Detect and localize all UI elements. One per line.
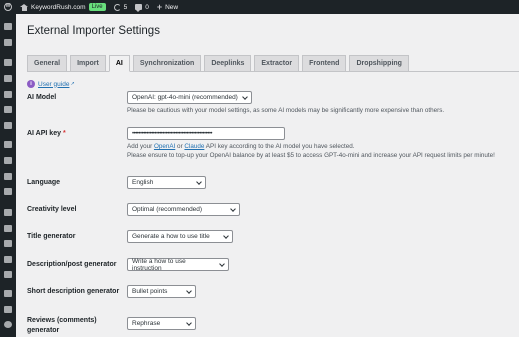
chevron-down-icon (242, 93, 248, 100)
api-key-description: Add your OpenAI or Claude API key accord… (127, 143, 495, 152)
reviews-generator-row: Reviews (comments) generator Rephrase (27, 316, 196, 336)
users-icon[interactable] (4, 240, 12, 247)
main-content: External Importer Settings General Impor… (16, 14, 519, 337)
openai-link[interactable]: OpenAI (154, 143, 175, 150)
updates-icon (113, 3, 121, 11)
title-generator-label: Title generator (27, 233, 76, 240)
wordpress-icon (4, 3, 12, 11)
api-key-input[interactable]: ••••••••••••••••••••••••••••••••••••••••… (127, 127, 285, 140)
language-value: English (132, 179, 154, 186)
pin-icon[interactable] (4, 59, 12, 66)
pages-icon[interactable] (4, 106, 12, 113)
tab-ai[interactable]: AI (108, 55, 130, 72)
description-generator-value: Write a how to use instruction (132, 257, 186, 272)
plugins-icon[interactable] (4, 225, 12, 232)
title-generator-select[interactable]: Generate a how to use title (127, 230, 233, 243)
api-key-row: AI API key * •••••••••••••••••••••••••••… (27, 127, 495, 161)
ai-model-select[interactable]: OpenAI: gpt-4o-mini (recommended) (127, 91, 252, 104)
admin-sidebar (0, 14, 16, 337)
importer-icon[interactable] (4, 290, 12, 297)
creativity-row: Creativity level Optimal (recommended) (27, 203, 240, 216)
appearance-icon[interactable] (4, 209, 12, 216)
title-generator-row: Title generator Generate a how to use ti… (27, 230, 233, 243)
description-generator-select[interactable]: Write a how to use instruction (127, 257, 229, 272)
comments-icon[interactable] (4, 122, 12, 129)
tab-deeplinks[interactable]: Deeplinks (204, 55, 252, 71)
tab-general[interactable]: General (27, 55, 68, 71)
chevron-down-icon (196, 178, 202, 185)
updates-link[interactable]: 5 (110, 0, 132, 14)
plus-icon: + (156, 1, 163, 12)
short-description-row: Short description generator Bullet point… (27, 285, 196, 298)
user-guide-link[interactable]: User guide (38, 81, 69, 88)
tab-extractor[interactable]: Extractor (254, 55, 300, 71)
language-label: Language (27, 179, 61, 186)
external-link-icon: ↗ (70, 81, 75, 87)
api-key-topup-note: Please ensure to top-up your OpenAI bala… (127, 151, 495, 159)
reviews-generator-select[interactable]: Rephrase (127, 317, 196, 330)
api-key-label-text: AI API key (27, 130, 61, 137)
ai-model-row: AI Model OpenAI: gpt-4o-mini (recommende… (27, 91, 444, 116)
page-title: External Importer Settings (27, 25, 160, 37)
ai-model-description: Please be cautious with your model setti… (127, 107, 445, 114)
comments-link[interactable]: 0 (131, 0, 153, 14)
required-mark: * (62, 130, 66, 137)
admin-bar: KeywordRush.com Live 5 0 + New (0, 0, 519, 14)
settings-tabs: General Import AI Synchronization Deepli… (27, 55, 519, 72)
user-guide: i User guide ↗ (27, 80, 75, 88)
products-icon[interactable] (4, 157, 12, 164)
creativity-label: Creativity level (27, 206, 77, 213)
dashboard-icon[interactable] (4, 23, 12, 30)
short-description-select[interactable]: Bullet points (127, 285, 196, 298)
wordpress-logo-button[interactable] (0, 0, 16, 14)
comment-icon (135, 4, 143, 12)
undo-icon[interactable] (4, 306, 12, 313)
reviews-generator-value: Rephrase (132, 320, 161, 327)
pin-icon-2[interactable] (4, 75, 12, 82)
site-name-link[interactable]: KeywordRush.com Live (16, 0, 110, 14)
collapse-icon[interactable] (4, 321, 12, 328)
chevron-down-icon (186, 319, 192, 326)
analytics-icon[interactable] (4, 173, 12, 180)
ai-model-value: OpenAI: gpt-4o-mini (recommended) (132, 94, 238, 101)
comments-count: 0 (145, 3, 149, 11)
home-icon (20, 3, 28, 11)
new-content-link[interactable]: + New (153, 0, 182, 14)
site-name: KeywordRush.com (31, 3, 86, 11)
tools-icon[interactable] (4, 256, 12, 263)
ai-model-label: AI Model (27, 94, 57, 101)
short-description-label: Short description generator (27, 288, 120, 295)
tab-frontend[interactable]: Frontend (302, 55, 347, 71)
marketing-icon[interactable] (4, 188, 12, 195)
tag-icon[interactable] (4, 91, 12, 98)
chevron-down-icon (230, 205, 236, 212)
reviews-generator-label: Reviews (comments) generator (27, 317, 97, 335)
chevron-down-icon (186, 287, 192, 294)
chevron-down-icon (223, 232, 229, 239)
live-badge: Live (88, 3, 106, 11)
desc-prefix: Add your (127, 143, 154, 150)
language-row: Language English (27, 176, 206, 189)
chevron-down-icon (219, 260, 225, 267)
media-icon[interactable] (4, 39, 12, 46)
tab-synchronization[interactable]: Synchronization (132, 55, 202, 71)
title-generator-value: Generate a how to use title (132, 233, 210, 240)
tab-dropshipping[interactable]: Dropshipping (349, 55, 409, 71)
new-label: New (165, 3, 179, 11)
description-generator-label: Description/post generator (27, 261, 117, 268)
claude-link[interactable]: Claude (184, 143, 204, 150)
description-generator-row: Description/post generator Write a how t… (27, 257, 229, 272)
language-select[interactable]: English (127, 176, 206, 189)
desc-suffix: API key according to the AI model you ha… (204, 143, 355, 150)
creativity-select[interactable]: Optimal (recommended) (127, 203, 240, 216)
short-description-value: Bullet points (132, 288, 168, 295)
woo-icon[interactable] (4, 141, 12, 148)
creativity-value: Optimal (recommended) (132, 206, 203, 213)
info-icon: i (27, 80, 35, 88)
settings-icon[interactable] (4, 271, 12, 278)
updates-count: 5 (123, 3, 128, 11)
tab-import[interactable]: Import (70, 55, 106, 71)
api-key-label: AI API key * (27, 130, 127, 137)
